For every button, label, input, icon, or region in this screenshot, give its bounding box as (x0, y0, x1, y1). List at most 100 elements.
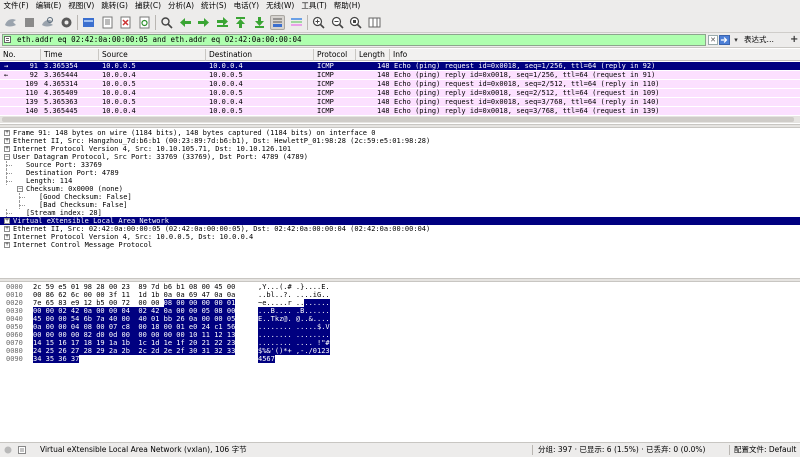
menu-item[interactable]: 捕获(C) (131, 0, 164, 12)
hex-row[interactable]: 0090 34 35 36 37 4567 (0, 355, 800, 363)
packet-list-scrollbar[interactable] (0, 116, 800, 123)
hex-row[interactable]: 0040 45 00 00 54 6b 7a 40 00 40 01 bb 26 … (0, 315, 800, 323)
packet-row[interactable]: 140 5.365445 10.0.0.4 10.0.0.5 ICMP 148 Echo (… (0, 107, 800, 115)
detail-tree-item[interactable]: + Internet Protocol Version 4, Src: 10.0.… (0, 233, 800, 241)
column-header-destination[interactable]: Destination (206, 49, 314, 61)
close-file-icon[interactable] (118, 15, 133, 30)
detail-item-text: [Bad Checksum: False] (39, 201, 128, 209)
scrollbar-thumb[interactable] (2, 117, 794, 122)
zoom-in-icon[interactable] (311, 15, 326, 30)
hex-row[interactable]: 0030 00 00 02 42 0a 00 00 04 02 42 0a 00 … (0, 307, 800, 315)
detail-tree-item[interactable]: + Virtual eXtensible Local Area Network (0, 217, 800, 225)
column-header-source[interactable]: Source (99, 49, 206, 61)
restart-icon[interactable] (40, 15, 55, 30)
expand-icon[interactable]: + (4, 218, 10, 224)
hex-row[interactable]: 0020 7e 65 83 e9 12 b5 00 72 00 00 08 00 … (0, 299, 800, 307)
detail-tree-item[interactable]: [Stream index: 28] (0, 209, 800, 217)
stop-icon[interactable] (22, 15, 37, 30)
menu-item[interactable]: 电话(Y) (230, 0, 262, 12)
packet-row[interactable]: 110 4.365409 10.0.0.4 10.0.0.5 ICMP 148 Echo (… (0, 89, 800, 97)
expand-icon[interactable]: + (4, 226, 10, 232)
menu-item[interactable]: 跳转(G) (98, 0, 132, 12)
packet-row[interactable]: → 91 3.365354 10.0.0.5 10.0.0.4 ICMP 148 Echo (… (0, 62, 800, 70)
autoscroll-icon[interactable] (270, 14, 285, 30)
go-forward-icon[interactable] (196, 15, 211, 30)
detail-tree-item[interactable]: Destination Port: 4789 (0, 169, 800, 177)
ascii-highlighted: ...... (304, 299, 330, 307)
hex-offset: 0060 (6, 331, 23, 339)
detail-tree-item[interactable]: [Bad Checksum: False] (0, 201, 800, 209)
column-header-time[interactable]: Time (41, 49, 99, 61)
cell-length: 148 (377, 107, 389, 115)
status-packet-counts: 分组: 397 · 已显示: 6 (1.5%) · 已丢弃: 0 (0.0%) (538, 445, 706, 454)
hex-row[interactable]: 0010 00 86 62 6c 00 00 3f 11 1d 1b 0a 0a … (0, 291, 800, 299)
menu-item[interactable]: 文件(F) (0, 0, 32, 12)
packet-row[interactable]: 139 5.365363 10.0.0.5 10.0.0.4 ICMP 148 Echo (… (0, 98, 800, 106)
hex-offset: 0050 (6, 323, 23, 331)
packet-row[interactable]: 109 4.365314 10.0.0.5 10.0.0.4 ICMP 148 Echo (… (0, 80, 800, 88)
options-gear-icon[interactable] (59, 15, 74, 30)
detail-tree-item[interactable]: − User Datagram Protocol, Src Port: 33769… (0, 153, 800, 161)
resize-columns-icon[interactable] (367, 15, 382, 30)
detail-tree-item[interactable]: + Internet Protocol Version 4, Src: 10.10… (0, 145, 800, 153)
menu-item[interactable]: 分析(A) (165, 0, 198, 12)
status-profile[interactable]: 配置文件: Default (734, 443, 796, 457)
hex-row[interactable]: 0070 14 15 16 17 18 19 1a 1b 1c 1d 1e 1f … (0, 339, 800, 347)
display-filter-input[interactable]: eth.addr eq 02:42:0a:00:00:05 and eth.ad… (2, 34, 706, 46)
colorize-icon[interactable] (289, 15, 304, 30)
reload-icon[interactable] (137, 15, 152, 30)
detail-tree-item[interactable]: + Ethernet II, Src: Hangzhou_7d:b6:b1 (00… (0, 137, 800, 145)
detail-item-text: Internet Control Message Protocol (13, 241, 153, 249)
zoom-normal-icon[interactable] (348, 15, 363, 30)
capture-comment-icon[interactable] (18, 446, 26, 454)
collapse-icon[interactable]: − (17, 186, 23, 192)
detail-tree-item[interactable]: + Ethernet II, Src: 02:42:0a:00:00:05 (02… (0, 225, 800, 233)
column-header-info[interactable]: Info (390, 49, 800, 61)
shark-start-icon[interactable] (3, 15, 18, 30)
column-header-protocol[interactable]: Protocol (314, 49, 356, 61)
zoom-out-icon[interactable] (330, 15, 345, 30)
menu-item[interactable]: 统计(S) (198, 0, 231, 12)
expand-icon[interactable]: + (4, 234, 10, 240)
detail-tree-item[interactable]: Source Port: 33769 (0, 161, 800, 169)
menu-item[interactable]: 帮助(H) (330, 0, 364, 12)
cell-no: 91 (29, 62, 38, 70)
detail-tree-item[interactable]: + Internet Control Message Protocol (0, 241, 800, 249)
column-header-no[interactable]: No. (0, 49, 41, 61)
filter-history-dropdown-icon[interactable]: ▾ (731, 35, 741, 45)
go-back-icon[interactable] (178, 15, 193, 30)
hex-row[interactable]: 0080 24 25 26 27 28 29 2a 2b 2c 2d 2e 2f … (0, 347, 800, 355)
hex-row[interactable]: 0000 2c 59 e5 01 98 28 00 23 89 7d b6 b1 … (0, 283, 800, 291)
expand-icon[interactable]: + (4, 130, 10, 136)
save-file-icon[interactable] (100, 15, 115, 30)
detail-tree-item[interactable]: + Frame 91: 148 bytes on wire (1184 bits)… (0, 129, 800, 137)
expression-button[interactable]: 表达式… (744, 34, 788, 46)
collapse-icon[interactable]: − (4, 154, 10, 160)
detail-item-text: Length: 114 (26, 177, 73, 185)
find-icon[interactable] (159, 15, 174, 30)
menu-item[interactable]: 工具(T) (298, 0, 330, 12)
go-last-icon[interactable] (252, 15, 267, 30)
expert-info-icon[interactable] (4, 446, 12, 454)
go-first-icon[interactable] (233, 15, 248, 30)
hex-row[interactable]: 0060 00 00 00 00 82 d0 0d 00 00 00 00 00 … (0, 331, 800, 339)
packet-row[interactable]: ← 92 3.365444 10.0.0.4 10.0.0.5 ICMP 148 Echo (… (0, 71, 800, 79)
column-header-length[interactable]: Length (356, 49, 390, 61)
apply-filter-icon[interactable] (719, 35, 730, 45)
open-file-icon[interactable] (81, 15, 96, 30)
detail-tree-item[interactable]: Length: 114 (0, 177, 800, 185)
expand-icon[interactable]: + (4, 138, 10, 144)
go-to-packet-icon[interactable] (215, 15, 230, 30)
detail-tree-item[interactable]: [Good Checksum: False] (0, 193, 800, 201)
expand-icon[interactable]: + (4, 242, 10, 248)
hex-offset: 0080 (6, 347, 23, 355)
expand-icon[interactable]: + (4, 146, 10, 152)
menu-item[interactable]: 编辑(E) (32, 0, 65, 12)
clear-filter-icon[interactable]: ✕ (708, 35, 718, 45)
hex-row[interactable]: 0050 0a 00 00 04 08 00 07 c8 00 18 00 01 … (0, 323, 800, 331)
add-filter-button[interactable]: + (790, 33, 800, 47)
detail-tree-item[interactable]: − Checksum: 0x0000 (none) (0, 185, 800, 193)
bookmark-icon[interactable] (4, 36, 11, 43)
menu-item[interactable]: 无线(W) (263, 0, 298, 12)
menu-item[interactable]: 视图(V) (65, 0, 98, 12)
